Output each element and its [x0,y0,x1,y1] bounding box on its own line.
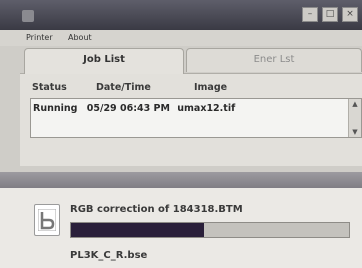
job-datetime: 05/29 06:43 PM [86,103,170,114]
tab-error-list[interactable]: Ener Lst [186,48,362,72]
close-button[interactable]: × [342,7,358,22]
column-header-image[interactable]: Image [194,82,227,93]
scroll-up-icon[interactable]: ▲ [349,99,361,109]
minimize-button[interactable]: – [302,7,318,22]
progress-bar [70,222,350,238]
menu-about[interactable]: About [68,33,92,42]
column-header-datetime[interactable]: Date/Time [96,82,151,93]
progress-status-text: RGB correction of 184318.BTM [70,204,243,215]
tab-bar: Job List Ener Lst [0,48,362,74]
table-row[interactable]: Running 05/29 06:43 PM umax12.tif [33,103,235,115]
progress-header [0,172,362,188]
window-controls: – □ × [302,7,358,22]
window-title [40,10,110,20]
tab-job-list[interactable]: Job List [24,48,184,74]
document-b-icon [34,204,60,236]
menu-printer[interactable]: Printer [26,33,53,42]
job-status: Running [33,103,78,114]
scroll-down-icon[interactable]: ▼ [349,127,361,137]
app-icon [22,10,34,22]
progress-file-name: PL3K_C_R.bse [70,250,148,261]
progress-bar-fill [71,223,205,237]
menu-bar: Printer About [0,30,362,46]
progress-panel: RGB correction of 184318.BTM PL3K_C_R.bs… [0,188,362,268]
column-header-status[interactable]: Status [32,82,67,93]
maximize-button[interactable]: □ [322,7,338,22]
job-list-scrollbar[interactable]: ▲ ▼ [348,99,361,137]
job-list-panel: Status Date/Time Image Running 05/29 06:… [20,73,362,166]
title-bar: – □ × [0,0,362,30]
job-list: Running 05/29 06:43 PM umax12.tif ▲ ▼ [30,98,362,138]
job-image: umax12.tif [177,103,236,114]
